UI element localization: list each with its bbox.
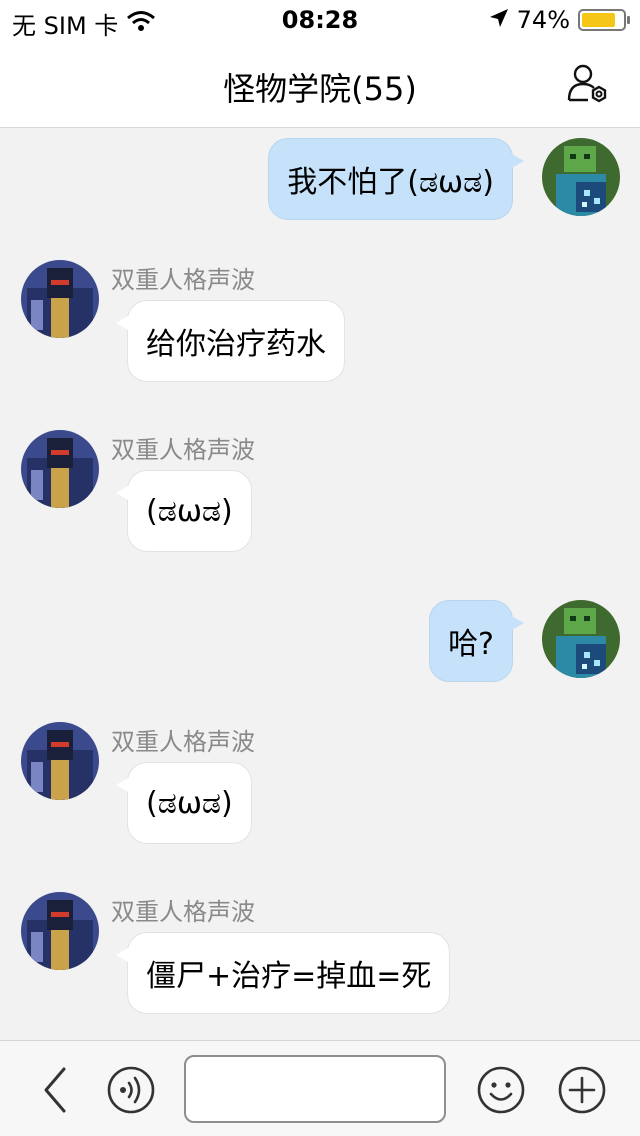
input-bar — [0, 1040, 640, 1136]
message-text: 给你治疗药水 — [146, 327, 326, 362]
location-arrow-icon — [489, 6, 509, 34]
status-right: 74% — [489, 6, 630, 34]
sender-avatar[interactable] — [21, 892, 99, 970]
sender-name: 双重人格声波 — [111, 436, 255, 464]
group-settings-icon — [567, 64, 607, 103]
message-incoming: 双重人格声波 (ಡωಡ) — [0, 430, 640, 552]
status-bar: 无 SIM 卡 08:28 74% — [0, 0, 640, 40]
sender-avatar[interactable] — [21, 430, 99, 508]
group-settings-button[interactable] — [566, 62, 610, 106]
message-text: (ಡωಡ) — [146, 493, 233, 529]
emoji-button[interactable] — [476, 1065, 526, 1115]
my-avatar[interactable] — [542, 138, 620, 216]
sender-name: 双重人格声波 — [111, 728, 255, 756]
message-bubble[interactable]: 僵尸+治疗=掉血=死 — [115, 932, 451, 1014]
add-button[interactable] — [557, 1065, 607, 1115]
message-bubble[interactable]: 我不怕了(ಡωಡ) — [268, 138, 524, 220]
my-avatar[interactable] — [542, 600, 620, 678]
group-title: 怪物学院(55) — [223, 70, 417, 108]
back-button[interactable] — [30, 1065, 80, 1115]
message-outgoing: 哈? — [0, 600, 640, 682]
message-incoming: 双重人格声波 僵尸+治疗=掉血=死 — [0, 892, 640, 1014]
chat-screen: 无 SIM 卡 08:28 74% 怪物学院(55) 我不怕了(ಡωಡ) 双重人… — [0, 0, 640, 1136]
message-text: (ಡωಡ) — [146, 785, 233, 821]
battery-fill — [582, 13, 615, 27]
message-incoming: 双重人格声波 给你治疗药水 — [0, 260, 640, 382]
nav-bar: 怪物学院(55) — [0, 40, 640, 128]
message-outgoing: 我不怕了(ಡωಡ) — [0, 138, 640, 220]
message-text: 僵尸+治疗=掉血=死 — [146, 959, 432, 994]
message-input[interactable] — [184, 1055, 446, 1123]
battery-icon — [578, 9, 630, 31]
message-text: 哈? — [448, 627, 494, 662]
voice-icon — [107, 1066, 155, 1114]
sender-name: 双重人格声波 — [111, 898, 255, 926]
message-text: 我不怕了(ಡωಡ) — [287, 165, 494, 200]
voice-button[interactable] — [106, 1065, 156, 1115]
add-icon — [558, 1066, 606, 1114]
sender-avatar[interactable] — [21, 722, 99, 800]
sender-name: 双重人格声波 — [111, 266, 255, 294]
message-incoming: 双重人格声波 (ಡωಡ) — [0, 722, 640, 844]
battery-percent: 74% — [516, 6, 570, 34]
message-bubble[interactable]: (ಡωಡ) — [116, 470, 252, 552]
emoji-icon — [477, 1066, 525, 1114]
sender-avatar[interactable] — [21, 260, 99, 338]
message-bubble[interactable]: (ಡωಡ) — [116, 762, 252, 844]
message-bubble[interactable]: 给你治疗药水 — [116, 300, 345, 382]
message-bubble[interactable]: 哈? — [429, 600, 524, 682]
message-list[interactable]: 我不怕了(ಡωಡ) 双重人格声波 给你治疗药水 双重人格声波 (ಡωಡ) 哈? … — [0, 128, 640, 1040]
back-chevron-icon — [44, 1067, 66, 1113]
